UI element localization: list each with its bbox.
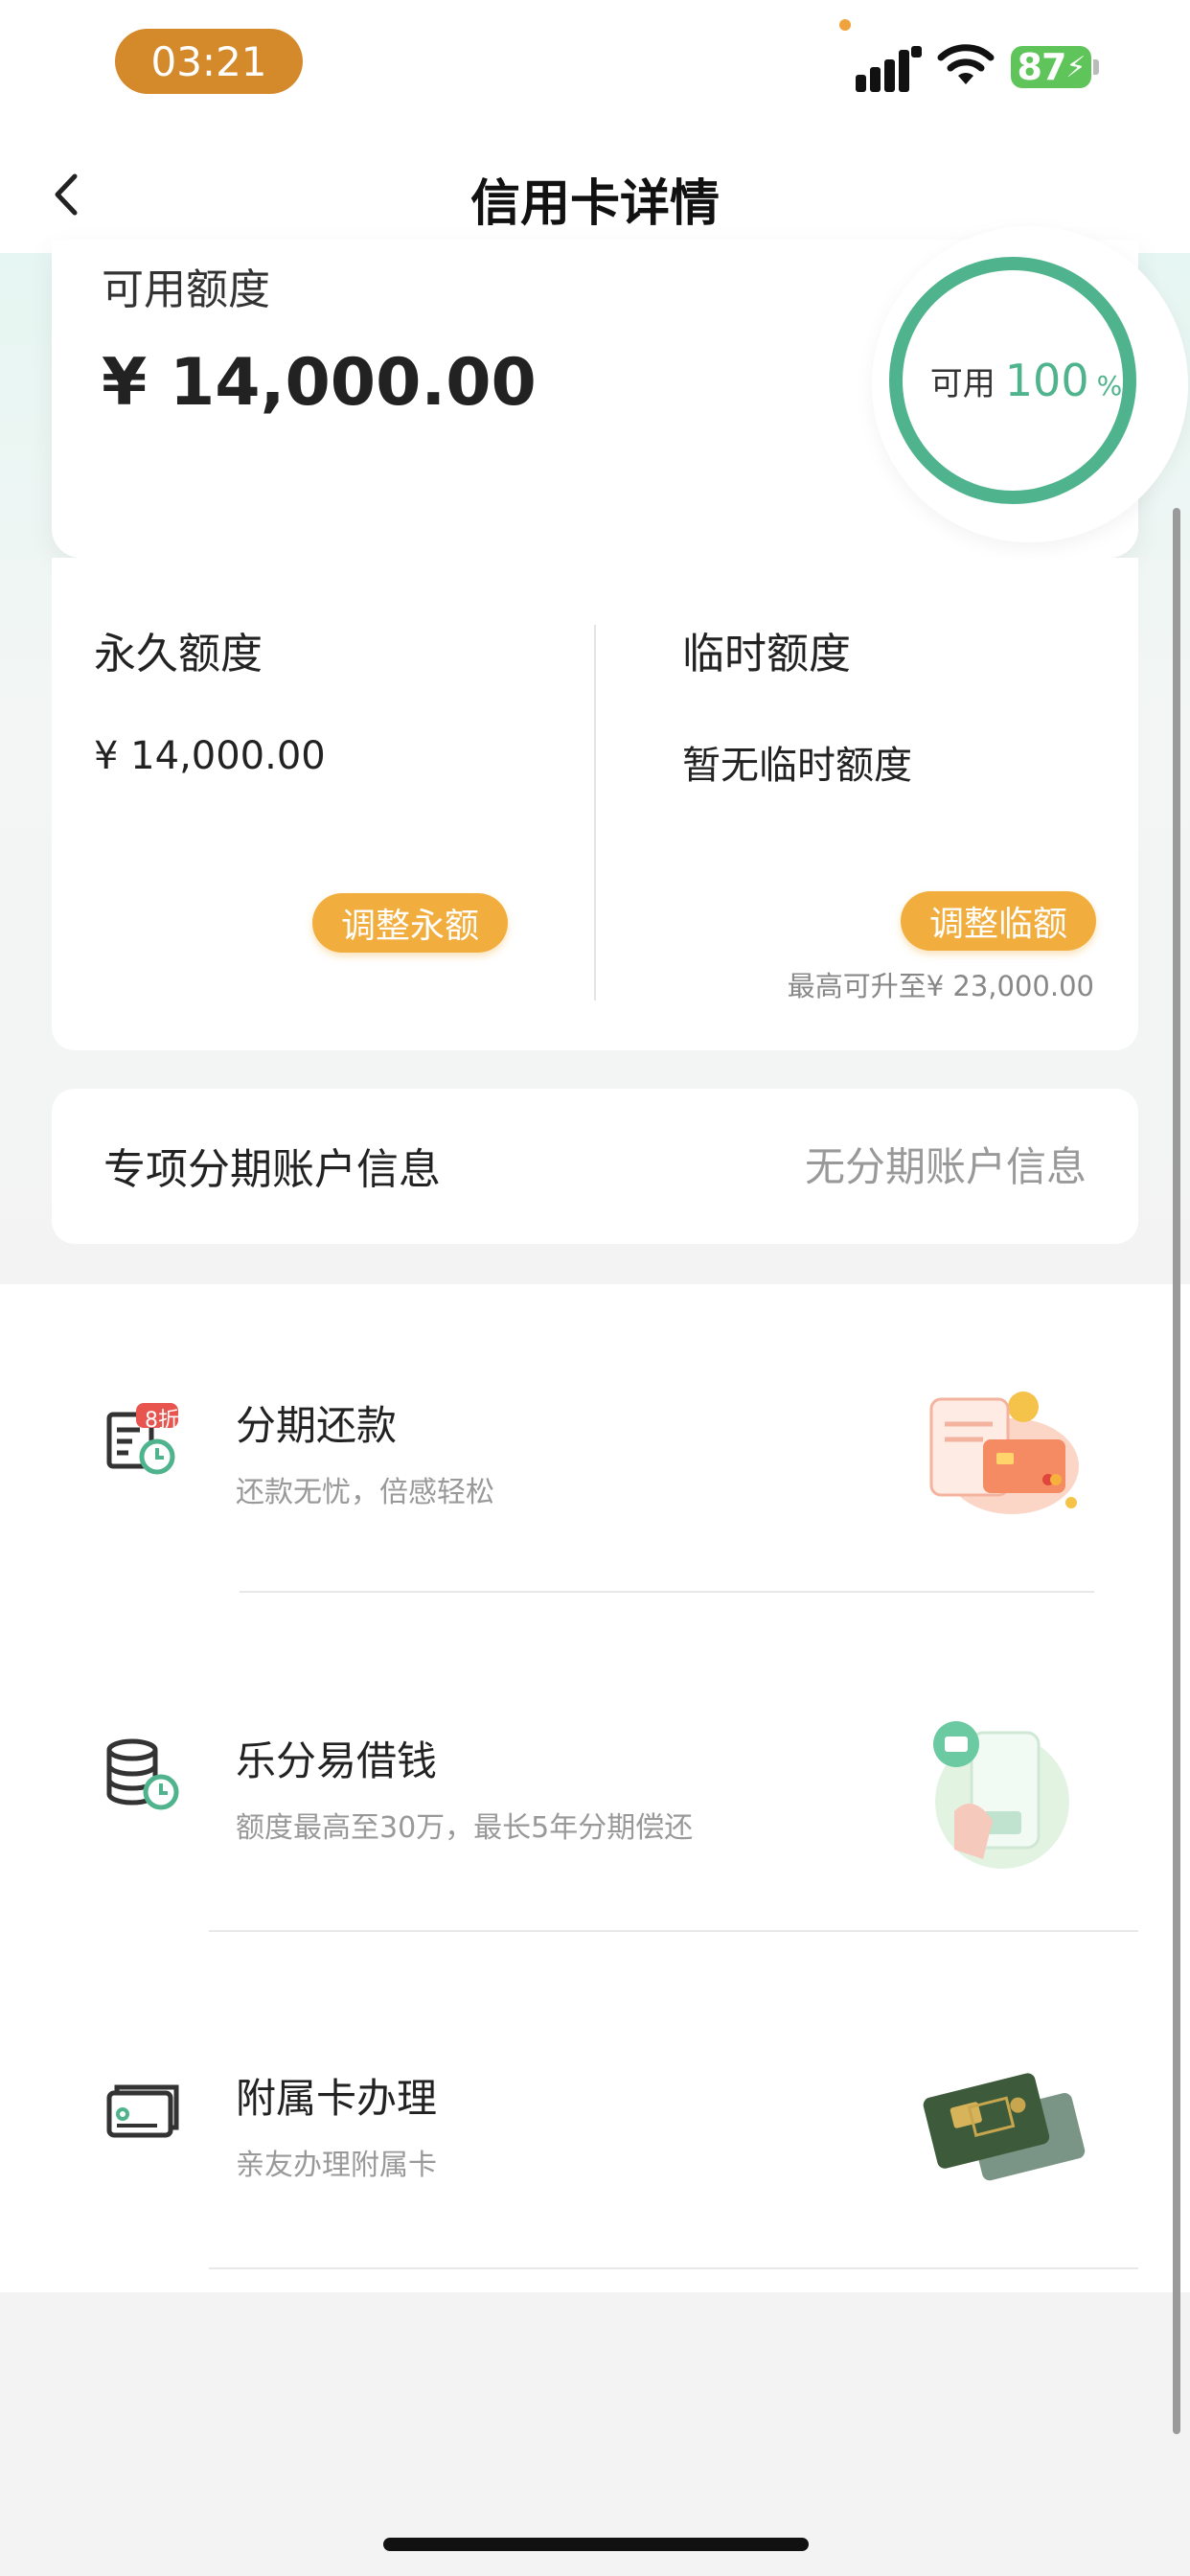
service-subtitle: 亲友办理附属卡 <box>236 2149 437 2182</box>
installment-account-row[interactable]: 专项分期账户信息 无分期账户信息 <box>52 1089 1138 1244</box>
permanent-limit-value: ¥ 14,000.00 <box>94 734 326 778</box>
available-credit-card: 可用额度 ¥ 14,000.00 可用 100 % <box>52 226 1188 558</box>
wifi-icon <box>937 44 995 84</box>
service-divider <box>209 2267 1138 2269</box>
temporary-limit-value: 暂无临时额度 <box>682 744 912 788</box>
service-divider <box>240 1591 1094 1593</box>
service-subtitle: 额度最高至30万，最长5年分期偿还 <box>236 1811 694 1845</box>
service-item-lefenyi-loan[interactable]: 乐分易借钱 额度最高至30万，最长5年分期偿还 <box>0 1622 1190 1959</box>
adjust-permanent-button[interactable]: 调整永额 <box>312 893 508 953</box>
available-ratio-ring: 可用 100 % <box>872 226 1188 542</box>
service-list: 8折 分期还款 还款无忧，倍感轻松 乐分易借钱 额度最高至30万，最长5年分期偿… <box>0 1284 1190 2292</box>
discount-badge: 8折 <box>145 1409 179 1433</box>
bill-card-illustration-icon <box>929 1392 1079 1514</box>
service-item-installment-repay[interactable]: 8折 分期还款 还款无忧，倍感轻松 <box>0 1284 1190 1622</box>
limits-divider <box>594 625 596 1000</box>
service-subtitle: 还款无忧，倍感轻松 <box>236 1476 494 1509</box>
ring-text: 可用 100 % <box>903 270 1150 491</box>
installment-account-label: 专项分期账户信息 <box>103 1145 441 1194</box>
coins-clock-icon <box>106 1738 179 1810</box>
available-credit-amount: ¥ 14,000.00 <box>102 345 537 421</box>
battery-icon: 87 ⚡ <box>1011 46 1091 88</box>
credit-cards-illustration-icon <box>923 2073 1086 2181</box>
ring-percent-sign: % <box>1096 369 1123 402</box>
scrollbar[interactable] <box>1173 508 1180 2434</box>
privacy-indicator-dot <box>839 19 851 31</box>
home-indicator[interactable] <box>383 2538 809 2551</box>
temporary-max-note: 最高可升至¥ 23,000.00 <box>787 970 1094 1002</box>
battery-tip <box>1093 59 1099 75</box>
card-icon <box>106 2084 179 2138</box>
page-title: 信用卡详情 <box>469 175 720 233</box>
adjust-temporary-button[interactable]: 调整临额 <box>901 891 1096 951</box>
service-title: 乐分易借钱 <box>236 1737 438 1784</box>
phone-hand-illustration-icon <box>933 1721 1069 1869</box>
service-divider <box>209 1930 1138 1932</box>
installment-account-value: 无分期账户信息 <box>804 1143 1087 1190</box>
status-time: 03:21 <box>115 29 303 94</box>
credit-limits-card: 永久额度 ¥ 14,000.00 调整永额 临时额度 暂无临时额度 调整临额 最… <box>52 558 1138 1050</box>
service-item-supplementary-card[interactable]: 附属卡办理 亲友办理附属卡 <box>0 1959 1190 2296</box>
ring-label: 可用 <box>929 364 995 403</box>
service-title: 分期还款 <box>236 1402 398 1449</box>
cellular-signal-icon <box>856 46 922 92</box>
battery-level: 87 <box>1017 46 1067 88</box>
service-title: 附属卡办理 <box>236 2075 438 2122</box>
permanent-limit-title: 永久额度 <box>94 630 263 678</box>
available-credit-label: 可用额度 <box>102 265 270 314</box>
ring-progress: 可用 100 % <box>889 257 1136 504</box>
ring-percent: 100 <box>1004 355 1089 406</box>
temporary-limit-title: 临时额度 <box>682 630 851 678</box>
status-bar: 03:21 87 ⚡ <box>0 0 1190 134</box>
